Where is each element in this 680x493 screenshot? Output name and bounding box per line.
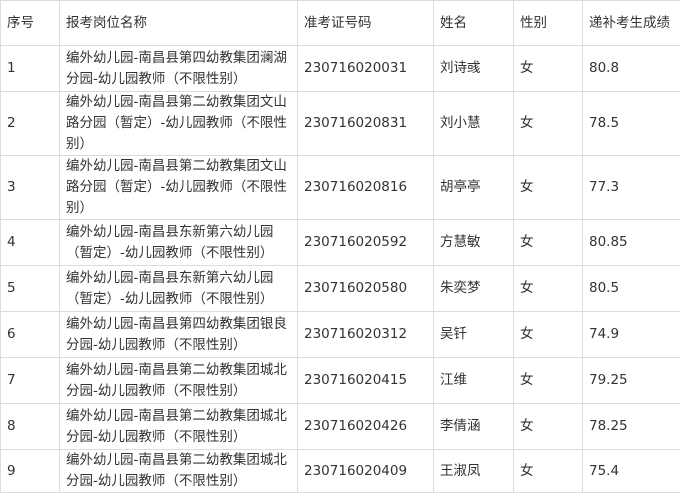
cell-score: 75.4 — [583, 450, 680, 493]
table-row: 1 编外幼儿园-南昌县第四幼教集团澜湖分园-幼儿园教师（不限性别） 230716… — [1, 46, 680, 92]
cell-index: 6 — [1, 312, 60, 358]
cell-gender: 女 — [514, 156, 583, 220]
cell-position: 编外幼儿园-南昌县东新第六幼儿园（暂定）-幼儿园教师（不限性别） — [60, 266, 298, 312]
cell-index: 5 — [1, 266, 60, 312]
cell-name: 王淑凤 — [434, 450, 514, 493]
cell-score: 80.85 — [583, 220, 680, 266]
cell-position: 编外幼儿园-南昌县第二幼教集团城北分园-幼儿园教师（不限性别） — [60, 450, 298, 493]
header-exam-no: 准考证号码 — [298, 1, 434, 46]
cell-score: 80.8 — [583, 46, 680, 92]
cell-name: 刘诗彧 — [434, 46, 514, 92]
cell-gender: 女 — [514, 450, 583, 493]
candidate-score-table: 序号 报考岗位名称 准考证号码 姓名 性别 递补考生成绩 1 编外幼儿园-南昌县… — [0, 0, 680, 493]
cell-exam-no: 230716020831 — [298, 92, 434, 156]
header-score: 递补考生成绩 — [583, 1, 680, 46]
cell-index: 2 — [1, 92, 60, 156]
cell-name: 胡亭亭 — [434, 156, 514, 220]
cell-index: 3 — [1, 156, 60, 220]
cell-name: 朱奕梦 — [434, 266, 514, 312]
cell-position: 编外幼儿园-南昌县第四幼教集团银良分园-幼儿园教师（不限性别） — [60, 312, 298, 358]
cell-position: 编外幼儿园-南昌县东新第六幼儿园（暂定）-幼儿园教师（不限性别） — [60, 220, 298, 266]
cell-gender: 女 — [514, 404, 583, 450]
table-row: 8 编外幼儿园-南昌县第二幼教集团城北分园-幼儿园教师（不限性别） 230716… — [1, 404, 680, 450]
cell-name: 方慧敏 — [434, 220, 514, 266]
cell-exam-no: 230716020312 — [298, 312, 434, 358]
cell-index: 8 — [1, 404, 60, 450]
table-row: 7 编外幼儿园-南昌县第二幼教集团城北分园-幼儿园教师（不限性别） 230716… — [1, 358, 680, 404]
cell-score: 79.25 — [583, 358, 680, 404]
cell-exam-no: 230716020409 — [298, 450, 434, 493]
cell-position: 编外幼儿园-南昌县第二幼教集团城北分园-幼儿园教师（不限性别） — [60, 358, 298, 404]
cell-index: 9 — [1, 450, 60, 493]
table-row: 5 编外幼儿园-南昌县东新第六幼儿园（暂定）-幼儿园教师（不限性别） 23071… — [1, 266, 680, 312]
cell-gender: 女 — [514, 46, 583, 92]
cell-position: 编外幼儿园-南昌县第二幼教集团文山路分园（暂定）-幼儿园教师（不限性别） — [60, 92, 298, 156]
table-row: 2 编外幼儿园-南昌县第二幼教集团文山路分园（暂定）-幼儿园教师（不限性别） 2… — [1, 92, 680, 156]
cell-exam-no: 230716020580 — [298, 266, 434, 312]
cell-index: 1 — [1, 46, 60, 92]
table-row: 3 编外幼儿园-南昌县第二幼教集团文山路分园（暂定）-幼儿园教师（不限性别） 2… — [1, 156, 680, 220]
cell-gender: 女 — [514, 266, 583, 312]
header-position: 报考岗位名称 — [60, 1, 298, 46]
cell-gender: 女 — [514, 358, 583, 404]
table-row: 9 编外幼儿园-南昌县第二幼教集团城北分园-幼儿园教师（不限性别） 230716… — [1, 450, 680, 493]
cell-name: 刘小慧 — [434, 92, 514, 156]
cell-exam-no: 230716020592 — [298, 220, 434, 266]
header-gender: 性别 — [514, 1, 583, 46]
table-header-row: 序号 报考岗位名称 准考证号码 姓名 性别 递补考生成绩 — [1, 1, 680, 46]
cell-exam-no: 230716020426 — [298, 404, 434, 450]
cell-exam-no: 230716020031 — [298, 46, 434, 92]
cell-index: 4 — [1, 220, 60, 266]
cell-position: 编外幼儿园-南昌县第二幼教集团文山路分园（暂定）-幼儿园教师（不限性别） — [60, 156, 298, 220]
cell-score: 77.3 — [583, 156, 680, 220]
header-index: 序号 — [1, 1, 60, 46]
cell-name: 江维 — [434, 358, 514, 404]
cell-index: 7 — [1, 358, 60, 404]
table-row: 4 编外幼儿园-南昌县东新第六幼儿园（暂定）-幼儿园教师（不限性别） 23071… — [1, 220, 680, 266]
cell-name: 李倩涵 — [434, 404, 514, 450]
cell-exam-no: 230716020415 — [298, 358, 434, 404]
header-name: 姓名 — [434, 1, 514, 46]
cell-score: 78.5 — [583, 92, 680, 156]
cell-gender: 女 — [514, 312, 583, 358]
cell-score: 74.9 — [583, 312, 680, 358]
cell-gender: 女 — [514, 220, 583, 266]
cell-position: 编外幼儿园-南昌县第二幼教集团城北分园-幼儿园教师（不限性别） — [60, 404, 298, 450]
cell-position: 编外幼儿园-南昌县第四幼教集团澜湖分园-幼儿园教师（不限性别） — [60, 46, 298, 92]
cell-name: 吴钎 — [434, 312, 514, 358]
cell-exam-no: 230716020816 — [298, 156, 434, 220]
table-row: 6 编外幼儿园-南昌县第四幼教集团银良分园-幼儿园教师（不限性别） 230716… — [1, 312, 680, 358]
cell-score: 80.5 — [583, 266, 680, 312]
cell-score: 78.25 — [583, 404, 680, 450]
cell-gender: 女 — [514, 92, 583, 156]
